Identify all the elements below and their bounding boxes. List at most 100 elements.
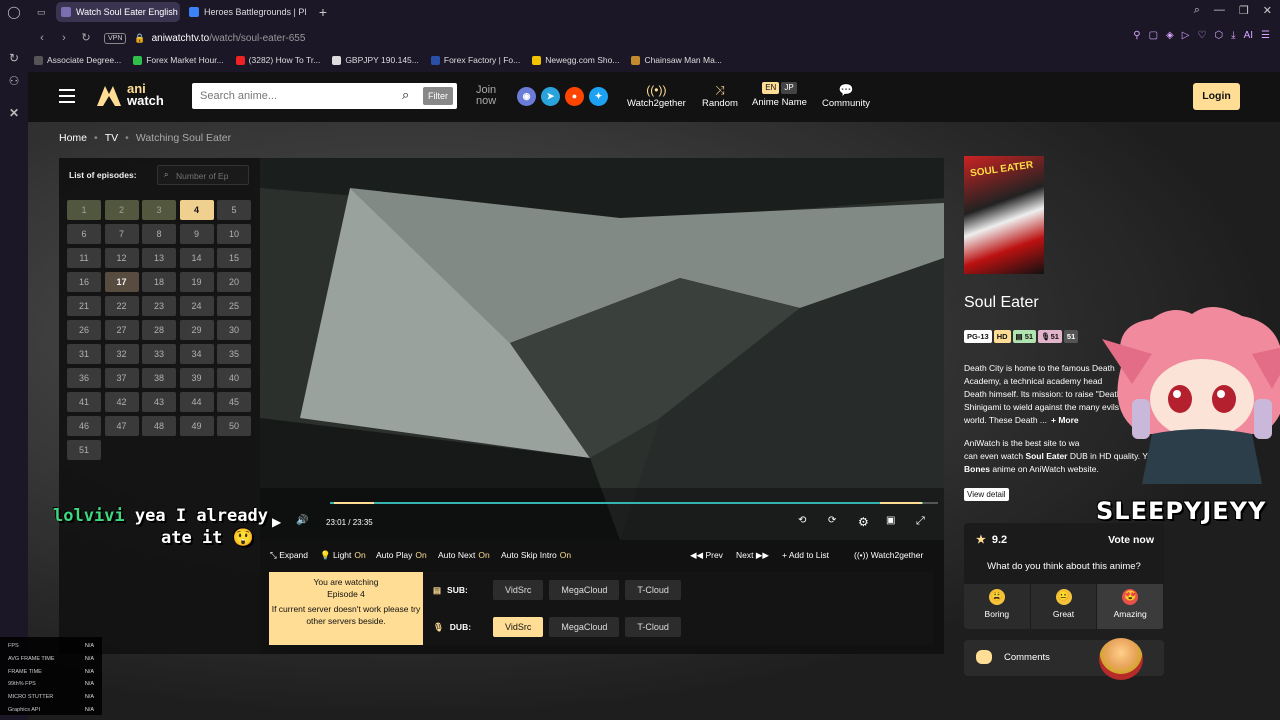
video-player[interactable]: ▶ 🔊 23:01 / 23:35 ⟲ ⟳ ⚙ ▣ ⤢: [260, 158, 944, 540]
dub-server-vidsrc[interactable]: VidSrc: [493, 617, 544, 637]
episode-button-30[interactable]: 30: [217, 320, 251, 340]
episode-button-3[interactable]: 3: [142, 200, 176, 220]
nav-anime-name[interactable]: EN JP Anime Name: [752, 82, 807, 108]
episode-button-14[interactable]: 14: [179, 248, 214, 268]
bookmark-item[interactable]: GBPJPY 190.145...: [332, 55, 419, 65]
vpn-badge[interactable]: VPN: [104, 32, 127, 44]
language-toggle[interactable]: EN JP: [762, 82, 797, 94]
episode-button-6[interactable]: 6: [67, 224, 101, 244]
anime-poster[interactable]: SOUL EATER: [964, 156, 1044, 274]
forward-10-icon[interactable]: ⟳: [828, 515, 836, 526]
bookmark-item[interactable]: Forex Market Hour...: [133, 55, 224, 65]
tab-heroes-battlegrounds[interactable]: Heroes Battlegrounds | Pl: [184, 2, 308, 22]
telegram-icon[interactable]: ➤: [541, 87, 560, 106]
episode-button-19[interactable]: 19: [179, 272, 214, 292]
episode-button-44[interactable]: 44: [179, 392, 214, 412]
breadcrumb-tv[interactable]: TV: [105, 132, 118, 144]
search-tabs-icon[interactable]: ⌕: [1194, 4, 1200, 17]
progress-bar[interactable]: [330, 502, 938, 504]
auto-next-toggle[interactable]: Auto Next On: [438, 550, 490, 560]
episode-button-17[interactable]: 17: [104, 272, 139, 292]
bookmark-item[interactable]: (3282) How To Tr...: [235, 55, 320, 65]
bookmark-item[interactable]: Newegg.com Sho...: [532, 55, 619, 65]
sub-server-megacloud[interactable]: MegaCloud: [549, 580, 620, 600]
comments-button[interactable]: Comments: [964, 638, 1164, 680]
rewind-10-icon[interactable]: ⟲: [798, 515, 806, 526]
discord-icon[interactable]: ◉: [517, 87, 536, 106]
ai-icon[interactable]: AI: [1244, 30, 1253, 41]
episode-button-8[interactable]: 8: [142, 224, 176, 244]
minimize-icon[interactable]: —: [1214, 4, 1225, 17]
episode-button-51[interactable]: 51: [67, 440, 101, 460]
episode-button-12[interactable]: 12: [104, 248, 139, 268]
x-twitter-icon[interactable]: ✕: [6, 105, 22, 121]
episode-number-input[interactable]: [176, 169, 246, 182]
opera-logo-icon[interactable]: ◯: [6, 4, 22, 20]
episode-button-27[interactable]: 27: [104, 320, 139, 340]
episode-button-25[interactable]: 25: [217, 296, 251, 316]
url-field[interactable]: aniwatchtv.to/watch/soul-eater-655: [152, 33, 306, 44]
episode-button-33[interactable]: 33: [142, 344, 176, 364]
episode-button-22[interactable]: 22: [104, 296, 139, 316]
rating-boring-button[interactable]: 😩 Boring: [964, 584, 1031, 629]
breadcrumb-home[interactable]: Home: [59, 132, 87, 144]
episode-button-43[interactable]: 43: [142, 392, 176, 412]
search-icon[interactable]: ⌕: [402, 87, 418, 103]
extensions-icon[interactable]: ⬡: [1214, 30, 1223, 41]
new-tab-button[interactable]: +: [314, 3, 332, 21]
episode-button-47[interactable]: 47: [104, 416, 139, 436]
nav-community[interactable]: 💬 Community: [822, 82, 870, 109]
rating-amazing-button[interactable]: 😍 Amazing: [1097, 584, 1164, 629]
episode-button-16[interactable]: 16: [67, 272, 101, 292]
episode-button-34[interactable]: 34: [179, 344, 214, 364]
episode-button-49[interactable]: 49: [179, 416, 214, 436]
episode-button-24[interactable]: 24: [179, 296, 214, 316]
bookmark-item[interactable]: Chainsaw Man Ma...: [631, 55, 722, 65]
episode-button-13[interactable]: 13: [142, 248, 176, 268]
fullscreen-icon[interactable]: ⤢: [916, 515, 925, 528]
prev-button[interactable]: ◀◀ Prev: [690, 550, 723, 561]
search-input[interactable]: [200, 88, 390, 104]
watch2gether-button[interactable]: ((•)) Watch2gether: [854, 550, 923, 560]
episode-button-48[interactable]: 48: [142, 416, 176, 436]
bookmark-item[interactable]: Associate Degree...: [34, 55, 121, 65]
episode-button-10[interactable]: 10: [217, 224, 251, 244]
forward-icon[interactable]: ›: [56, 30, 72, 46]
bookmark-icon[interactable]: ⚲: [1133, 30, 1140, 41]
volume-icon[interactable]: 🔊: [296, 515, 308, 526]
episode-button-9[interactable]: 9: [179, 224, 214, 244]
play-icon[interactable]: ▷: [1182, 30, 1190, 41]
hamburger-menu-icon[interactable]: [59, 89, 75, 103]
episode-button-38[interactable]: 38: [142, 368, 176, 388]
episode-button-39[interactable]: 39: [179, 368, 214, 388]
aniwatch-logo[interactable]: ani watch: [95, 82, 164, 108]
rating-great-button[interactable]: 😐 Great: [1031, 584, 1098, 629]
vote-now-button[interactable]: Vote now: [1108, 534, 1154, 546]
reload-icon[interactable]: ↻: [78, 30, 94, 46]
picture-in-picture-icon[interactable]: ▣: [886, 515, 895, 526]
episode-button-31[interactable]: 31: [67, 344, 101, 364]
maximize-icon[interactable]: ❐: [1239, 4, 1249, 17]
reddit-icon[interactable]: ●: [565, 87, 584, 106]
episode-button-1[interactable]: 1: [67, 200, 101, 220]
episode-button-46[interactable]: 46: [67, 416, 101, 436]
episode-button-18[interactable]: 18: [142, 272, 176, 292]
expand-toggle[interactable]: ⤡ Expand: [270, 550, 308, 561]
episode-button-50[interactable]: 50: [217, 416, 251, 436]
more-link[interactable]: + More: [1051, 415, 1079, 425]
close-window-icon[interactable]: ✕: [1263, 4, 1272, 17]
add-to-list-button[interactable]: + Add to List: [782, 550, 829, 560]
episode-button-41[interactable]: 41: [67, 392, 101, 412]
play-icon[interactable]: ▶: [272, 515, 281, 529]
dub-server-tcloud[interactable]: T-Cloud: [625, 617, 681, 637]
sub-server-tcloud[interactable]: T-Cloud: [625, 580, 681, 600]
history-icon[interactable]: ↻: [6, 50, 22, 66]
tab-soul-eater[interactable]: Watch Soul Eater English: [56, 2, 180, 22]
episode-button-4[interactable]: 4: [179, 200, 214, 220]
episode-button-35[interactable]: 35: [217, 344, 251, 364]
view-detail-button[interactable]: View detail: [964, 488, 1009, 501]
lang-en[interactable]: EN: [762, 82, 780, 94]
episode-button-28[interactable]: 28: [142, 320, 176, 340]
episode-button-21[interactable]: 21: [67, 296, 101, 316]
download-icon[interactable]: ⤓: [1231, 30, 1235, 41]
